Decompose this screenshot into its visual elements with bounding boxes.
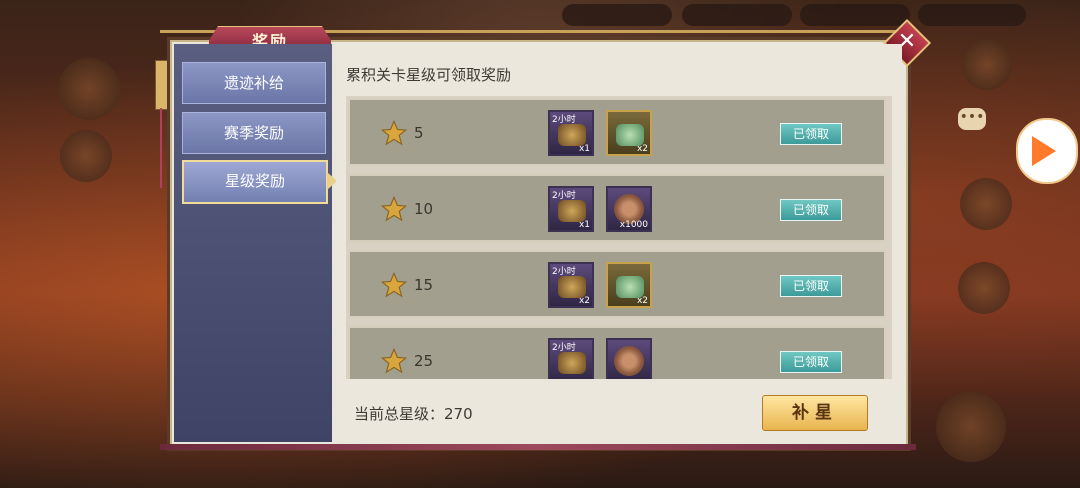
- star-icon: [380, 195, 408, 222]
- reward-item-jade[interactable]: x2: [606, 110, 652, 156]
- item-quantity: x2: [636, 296, 648, 306]
- side-tab-panel: 遗迹补给 赛季奖励 星级奖励: [174, 44, 332, 442]
- star-requirement: 15: [414, 276, 434, 294]
- resource-bar-1: [562, 4, 672, 26]
- claimed-button[interactable]: 已领取: [780, 275, 842, 297]
- star-icon: [380, 119, 408, 146]
- star-requirement: 25: [414, 352, 434, 370]
- item-duration-tag: 2小时: [552, 115, 576, 125]
- total-stars-label: 当前总星级：270: [354, 405, 473, 423]
- reward-item-coin[interactable]: x1000: [606, 186, 652, 232]
- floating-video-button[interactable]: [1016, 118, 1078, 184]
- reward-row: 10 2小时 x1 x1000 已领取: [348, 174, 886, 242]
- star-requirement: 10: [414, 200, 434, 218]
- star-requirement: 5: [414, 124, 424, 142]
- item-quantity: x1000: [619, 220, 648, 230]
- reward-item-jade[interactable]: x2: [606, 262, 652, 308]
- item-quantity: x1: [578, 220, 590, 230]
- play-icon: [1032, 136, 1056, 166]
- star-icon: [380, 347, 408, 374]
- claimed-button[interactable]: 已领取: [780, 199, 842, 221]
- tab-star-reward[interactable]: 星级奖励: [182, 160, 328, 204]
- supplement-stars-button[interactable]: 补星: [762, 395, 868, 431]
- map-icon-4: [960, 178, 1012, 230]
- reward-item-money[interactable]: 2小时 x1: [548, 110, 594, 156]
- reward-list[interactable]: 5 2小时 x1 x2 已领取 10 2小时 x1 x1000 已领取 15 2小时…: [346, 96, 892, 379]
- reward-row: 25 2小时 已领取: [348, 326, 886, 379]
- resource-bar-2: [682, 4, 792, 26]
- tab-season-reward[interactable]: 赛季奖励: [182, 112, 326, 154]
- tab-relic-supply[interactable]: 遗迹补给: [182, 62, 326, 104]
- claimed-button[interactable]: 已领取: [780, 123, 842, 145]
- reward-item-money[interactable]: 2小时: [548, 338, 594, 379]
- hanging-ornament: [155, 60, 169, 200]
- chat-icon[interactable]: •••: [958, 108, 986, 130]
- content-heading: 累积关卡星级可领取奖励: [346, 66, 512, 84]
- map-icon-5: [958, 262, 1010, 314]
- map-icon-2: [60, 130, 112, 182]
- dialog-bottom-frame: [160, 444, 916, 450]
- reward-item-money[interactable]: 2小时 x2: [548, 262, 594, 308]
- reward-row: 15 2小时 x2 x2 已领取: [348, 250, 886, 318]
- item-quantity: x2: [636, 144, 648, 154]
- reward-item-coin[interactable]: [606, 338, 652, 379]
- item-duration-tag: 2小时: [552, 191, 576, 201]
- resource-bar-3: [800, 4, 910, 26]
- item-quantity: x1: [578, 144, 590, 154]
- chat-dots: •••: [959, 109, 985, 125]
- item-quantity: x2: [578, 296, 590, 306]
- item-duration-tag: 2小时: [552, 343, 576, 353]
- item-duration-tag: 2小时: [552, 267, 576, 277]
- reward-row: 5 2小时 x1 x2 已领取: [348, 98, 886, 166]
- reward-item-money[interactable]: 2小时 x1: [548, 186, 594, 232]
- claimed-button[interactable]: 已领取: [780, 351, 842, 373]
- map-icon-1: [58, 58, 120, 120]
- resource-bar-4: [918, 4, 1026, 26]
- map-icon-3: [962, 40, 1012, 90]
- star-icon: [380, 271, 408, 298]
- map-icon-6: [936, 392, 1006, 462]
